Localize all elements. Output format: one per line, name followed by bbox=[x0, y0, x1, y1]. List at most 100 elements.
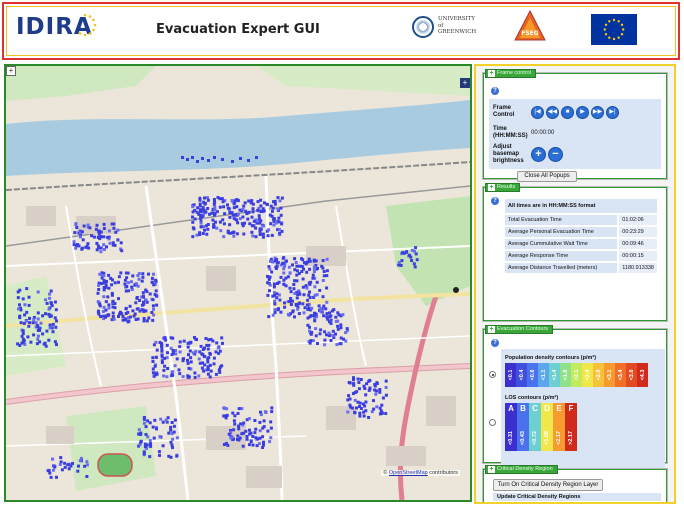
table-row: Average Response Time 00:00:15 bbox=[505, 250, 657, 263]
density-dot bbox=[279, 206, 283, 210]
density-dot bbox=[31, 321, 35, 325]
panel-tab-label: Critical Density Region bbox=[497, 466, 553, 472]
los-ramp-cell: C <0.72 bbox=[529, 403, 541, 451]
expand-icon[interactable]: + bbox=[488, 466, 495, 473]
density-dot bbox=[228, 211, 232, 215]
density-dot bbox=[274, 267, 278, 270]
density-dot bbox=[261, 207, 265, 211]
los-contour-radio[interactable] bbox=[489, 419, 496, 426]
density-dot bbox=[76, 469, 80, 473]
density-dot bbox=[254, 436, 258, 440]
density-dot bbox=[203, 196, 206, 200]
close-all-popups-button[interactable]: Close All Popups bbox=[517, 171, 577, 182]
density-dot bbox=[218, 365, 222, 369]
density-dot bbox=[53, 300, 57, 304]
density-dot bbox=[258, 420, 262, 424]
density-dot bbox=[192, 227, 196, 231]
density-dot bbox=[410, 259, 414, 262]
stop-icon[interactable]: ■ bbox=[561, 105, 574, 119]
zoom-in-button[interactable]: + bbox=[6, 66, 16, 76]
critical-density-tab[interactable]: + Critical Density Region bbox=[485, 465, 558, 474]
rewind-icon[interactable]: ◀◀ bbox=[546, 105, 559, 119]
skip-start-icon[interactable]: |◀ bbox=[531, 105, 544, 119]
update-critical-regions-label[interactable]: Update Critical Density Regions bbox=[493, 493, 661, 501]
density-dot bbox=[186, 341, 190, 345]
density-dot bbox=[143, 444, 147, 448]
density-dot bbox=[305, 303, 309, 307]
density-dot bbox=[86, 242, 90, 246]
fast-forward-icon[interactable]: ▶▶ bbox=[591, 105, 604, 119]
density-dot bbox=[268, 283, 272, 287]
density-dot bbox=[36, 317, 40, 321]
map-view[interactable]: + + © OpenStreetMap contributors bbox=[4, 64, 472, 502]
brightness-increase-icon[interactable]: + bbox=[531, 147, 546, 162]
density-dot bbox=[318, 332, 322, 336]
density-dot bbox=[154, 294, 158, 298]
layer-switcher-button[interactable]: + bbox=[460, 78, 470, 88]
los-color-ramp: A <0.31 B <0.43 C <0.72 D <1.08 E <2.17 F >2.17 bbox=[505, 403, 577, 451]
density-dot bbox=[48, 326, 52, 330]
density-dot bbox=[272, 218, 276, 222]
help-icon[interactable]: ? bbox=[491, 339, 499, 347]
density-dot bbox=[16, 296, 20, 300]
density-dot bbox=[72, 243, 76, 247]
density-dot bbox=[252, 219, 256, 223]
density-dot bbox=[153, 418, 157, 422]
density-dot bbox=[339, 326, 343, 330]
density-dot bbox=[170, 374, 174, 378]
expand-icon[interactable]: + bbox=[488, 184, 495, 191]
frame-control-tab[interactable]: + Frame control bbox=[485, 69, 536, 78]
map-attribution: © OpenStreetMap contributors bbox=[381, 470, 460, 476]
density-dot bbox=[322, 304, 326, 308]
density-dot bbox=[196, 206, 200, 210]
density-dot bbox=[367, 416, 371, 419]
star-ring-icon bbox=[78, 13, 97, 37]
density-dot bbox=[81, 238, 85, 242]
density-dot bbox=[283, 301, 286, 305]
density-dot bbox=[237, 407, 241, 411]
density-dot bbox=[236, 212, 240, 216]
density-dot bbox=[169, 425, 173, 429]
density-dot bbox=[367, 379, 371, 383]
density-dot bbox=[82, 224, 86, 228]
help-icon[interactable]: ? bbox=[491, 197, 499, 205]
contours-tab[interactable]: + Evacuation Contours bbox=[485, 325, 554, 334]
play-icon[interactable]: ▶ bbox=[576, 105, 589, 119]
density-dot bbox=[220, 197, 224, 201]
density-dot bbox=[199, 221, 203, 225]
expand-icon[interactable]: + bbox=[488, 70, 495, 77]
density-dot bbox=[160, 349, 164, 353]
density-dot bbox=[237, 427, 241, 431]
osm-link[interactable]: OpenStreetMap bbox=[389, 470, 428, 476]
results-tab[interactable]: + Results bbox=[485, 183, 521, 192]
density-dot bbox=[312, 258, 316, 262]
density-dot bbox=[414, 252, 418, 256]
density-dot bbox=[187, 375, 191, 379]
expand-icon[interactable]: + bbox=[488, 326, 495, 333]
density-dot bbox=[414, 246, 418, 250]
density-dot bbox=[309, 280, 313, 284]
density-dot bbox=[171, 437, 175, 441]
critical-density-toggle-button[interactable]: Turn On Critical Density Region Layer bbox=[493, 479, 603, 491]
density-dot bbox=[353, 391, 357, 394]
brightness-decrease-icon[interactable]: − bbox=[548, 147, 563, 162]
density-dot bbox=[244, 209, 248, 213]
density-dot bbox=[171, 336, 175, 340]
density-contour-radio[interactable] bbox=[489, 371, 496, 378]
los-ramp-letter: A bbox=[508, 404, 514, 413]
density-dot bbox=[359, 406, 363, 410]
density-dot bbox=[110, 222, 114, 226]
skip-end-icon[interactable]: ▶| bbox=[606, 105, 619, 119]
density-dot bbox=[288, 271, 292, 275]
density-dot bbox=[151, 360, 155, 363]
help-icon[interactable]: ? bbox=[491, 87, 499, 95]
density-dot bbox=[197, 374, 201, 378]
density-dot bbox=[85, 463, 89, 467]
density-dot bbox=[155, 303, 159, 307]
density-dot bbox=[167, 454, 171, 458]
map-canvas[interactable] bbox=[6, 66, 470, 500]
density-dot bbox=[194, 337, 198, 341]
density-dot bbox=[102, 235, 106, 239]
density-dot bbox=[102, 305, 106, 309]
density-dot bbox=[212, 356, 216, 360]
